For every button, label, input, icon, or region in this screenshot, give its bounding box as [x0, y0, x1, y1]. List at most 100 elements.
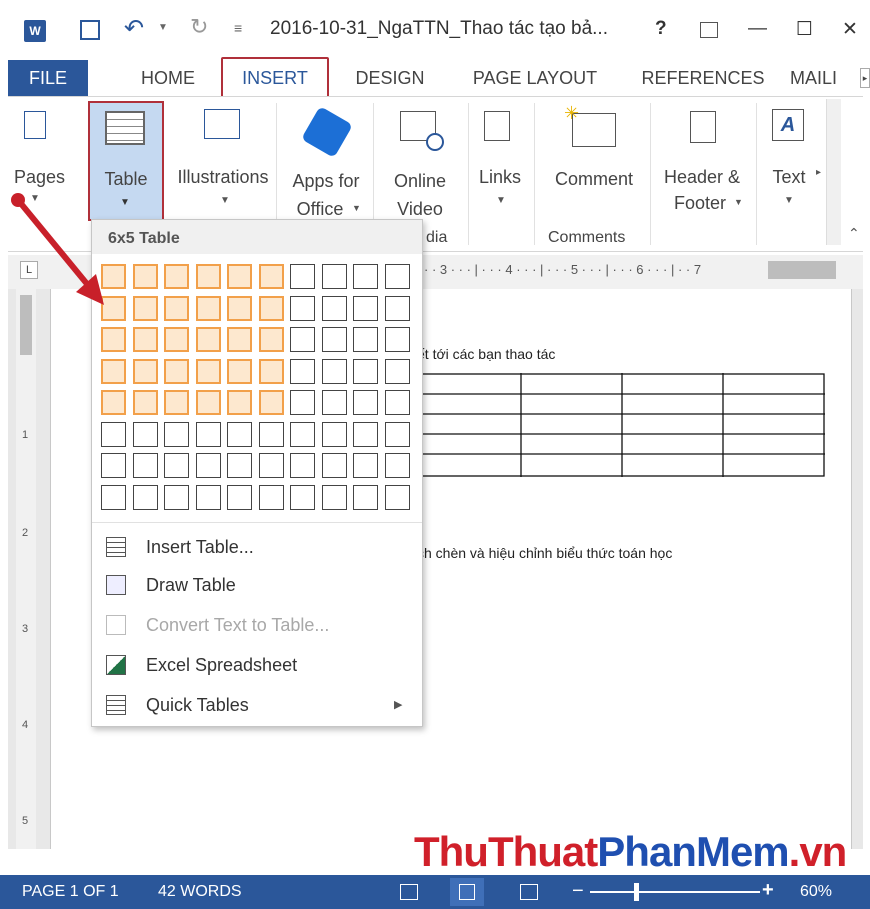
table-grid-cell[interactable]	[164, 421, 189, 447]
table-grid-cell[interactable]	[101, 327, 126, 352]
table-grid-cell[interactable]	[227, 295, 252, 321]
tab-scroll-right-icon[interactable]: ▸	[860, 68, 870, 88]
table-grid-cell[interactable]	[384, 421, 410, 447]
table-grid-cell[interactable]	[384, 327, 410, 352]
tab-page-layout[interactable]: PAGE LAYOUT	[460, 60, 610, 96]
table-grid-cell[interactable]	[353, 390, 378, 415]
ruler-right-indent[interactable]	[768, 261, 836, 279]
table-grid-cell[interactable]	[384, 295, 410, 321]
redo-icon[interactable]: ↻	[190, 14, 208, 40]
links-button[interactable]: Links	[474, 163, 526, 191]
help-button[interactable]: ?	[655, 18, 667, 40]
table-grid-cell[interactable]	[227, 453, 252, 478]
draw-table-menu-item[interactable]: Draw Table	[92, 566, 422, 604]
table-grid-cell[interactable]	[101, 358, 126, 384]
table-grid-cell[interactable]	[132, 264, 158, 289]
table-grid-cell[interactable]	[290, 421, 315, 447]
table-grid-cell[interactable]	[258, 358, 284, 384]
insert-table-menu-item[interactable]: Insert Table...	[92, 528, 422, 566]
table-grid-cell[interactable]	[195, 295, 221, 321]
table-grid-picker[interactable]	[101, 264, 413, 516]
table-grid-cell[interactable]	[101, 453, 126, 478]
zoom-slider[interactable]	[590, 891, 760, 893]
table-grid-cell[interactable]	[290, 390, 315, 415]
links-dropdown-icon[interactable]: ▼	[496, 195, 506, 206]
table-grid-cell[interactable]	[353, 453, 378, 478]
table-grid-cell[interactable]	[290, 358, 315, 384]
table-grid-cell[interactable]	[353, 295, 378, 321]
table-grid-cell[interactable]	[258, 264, 284, 289]
table-grid-cell[interactable]	[195, 358, 221, 384]
table-grid-cell[interactable]	[164, 390, 189, 415]
table-grid-cell[interactable]	[227, 327, 252, 352]
table-grid-cell[interactable]	[321, 484, 347, 510]
table-grid-cell[interactable]	[164, 358, 189, 384]
table-grid-cell[interactable]	[384, 453, 410, 478]
table-grid-cell[interactable]	[321, 264, 347, 289]
table-grid-cell[interactable]	[353, 327, 378, 352]
print-layout-icon[interactable]	[450, 878, 484, 906]
text-button[interactable]: Text	[764, 163, 814, 191]
table-grid-cell[interactable]	[290, 484, 315, 510]
table-grid-cell[interactable]	[353, 421, 378, 447]
table-grid-cell[interactable]	[321, 421, 347, 447]
zoom-out-button[interactable]: −	[572, 880, 584, 903]
table-grid-cell[interactable]	[258, 421, 284, 447]
table-grid-cell[interactable]	[321, 295, 347, 321]
table-grid-cell[interactable]	[132, 358, 158, 384]
close-button[interactable]: ✕	[842, 18, 858, 41]
ribbon-scrollbar[interactable]	[826, 99, 841, 245]
table-grid-cell[interactable]	[164, 264, 189, 289]
comment-button[interactable]: Comment	[544, 165, 644, 193]
table-grid-cell[interactable]	[132, 327, 158, 352]
illustrations-dropdown-icon[interactable]: ▼	[220, 195, 230, 206]
table-grid-cell[interactable]	[290, 453, 315, 478]
word-icon[interactable]: W	[24, 20, 46, 42]
table-grid-cell[interactable]	[101, 484, 126, 510]
table-grid-cell[interactable]	[195, 421, 221, 447]
table-grid-cell[interactable]	[227, 484, 252, 510]
table-grid-cell[interactable]	[227, 390, 252, 415]
zoom-level[interactable]: 60%	[800, 883, 832, 901]
table-grid-cell[interactable]	[227, 358, 252, 384]
table-grid-cell[interactable]	[101, 421, 126, 447]
table-grid-cell[interactable]	[321, 358, 347, 384]
table-grid-cell[interactable]	[164, 295, 189, 321]
table-grid-cell[interactable]	[101, 390, 126, 415]
table-grid-cell[interactable]	[258, 327, 284, 352]
table-grid-cell[interactable]	[132, 453, 158, 478]
tab-mailings[interactable]: MAILI	[790, 60, 860, 96]
table-grid-cell[interactable]	[258, 295, 284, 321]
ribbon-scroll-right-icon[interactable]: ▸	[816, 167, 821, 178]
table-grid-cell[interactable]	[353, 264, 378, 289]
word-count[interactable]: 42 WORDS	[158, 883, 242, 901]
tab-references[interactable]: REFERENCES	[638, 60, 768, 96]
quick-tables-menu-item[interactable]: Quick Tables ▶	[92, 686, 422, 724]
minimize-button[interactable]: —	[748, 18, 767, 40]
table-grid-cell[interactable]	[164, 453, 189, 478]
table-grid-cell[interactable]	[321, 453, 347, 478]
table-grid-cell[interactable]	[195, 264, 221, 289]
ribbon-display-options-icon[interactable]	[700, 22, 718, 38]
undo-dropdown-icon[interactable]: ▼	[158, 22, 168, 33]
collapse-ribbon-icon[interactable]: ⌃	[848, 225, 860, 242]
table-grid-cell[interactable]	[164, 484, 189, 510]
apps-for-office-button[interactable]: Apps for	[286, 167, 366, 195]
table-grid-cell[interactable]	[195, 453, 221, 478]
header-footer-dropdown-icon[interactable]: ▼	[734, 197, 743, 207]
table-grid-cell[interactable]	[132, 295, 158, 321]
vertical-ruler[interactable]: 1 2 3 4 5	[16, 289, 36, 849]
illustrations-button[interactable]: Illustrations	[168, 163, 278, 191]
table-grid-cell[interactable]	[258, 390, 284, 415]
read-mode-icon[interactable]	[400, 884, 418, 900]
table-grid-cell[interactable]	[132, 484, 158, 510]
save-icon[interactable]	[80, 20, 100, 40]
web-layout-icon[interactable]	[520, 884, 538, 900]
table-grid-cell[interactable]	[164, 327, 189, 352]
table-grid-cell[interactable]	[384, 484, 410, 510]
table-grid-cell[interactable]	[195, 327, 221, 352]
table-grid-cell[interactable]	[384, 264, 410, 289]
table-grid-cell[interactable]	[195, 390, 221, 415]
table-grid-cell[interactable]	[384, 390, 410, 415]
table-grid-cell[interactable]	[353, 484, 378, 510]
